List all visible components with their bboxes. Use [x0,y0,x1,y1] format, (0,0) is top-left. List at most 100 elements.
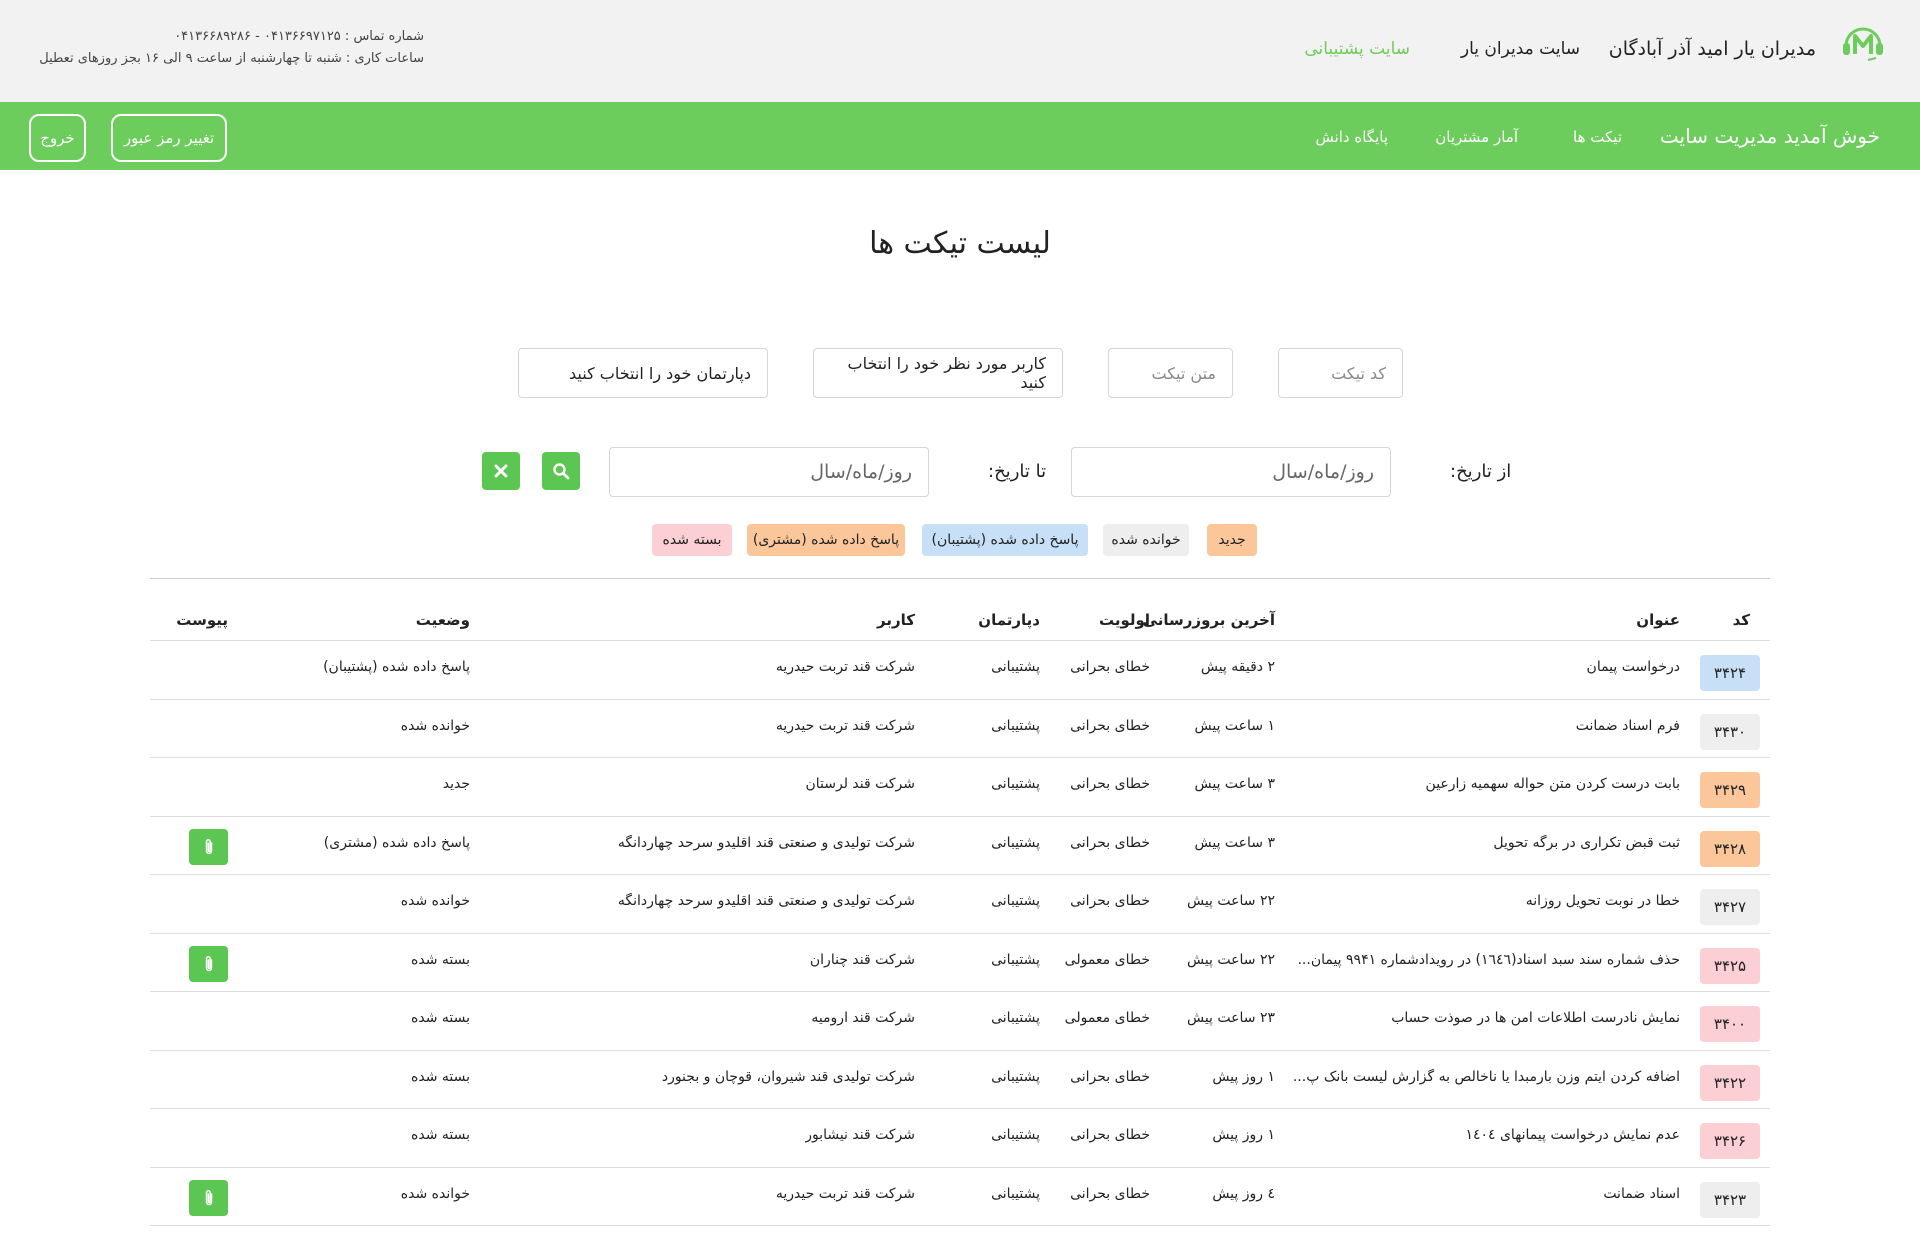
tickets-table: کد عنوان آخرین بروزرسانی اولویت دپارتمان… [150,578,1770,1226]
ticket-text-input[interactable]: متن تیکت [1108,348,1233,398]
ticket-code-badge[interactable]: ۳۴۲۴ [1700,655,1760,691]
header-code: کد [1732,611,1750,629]
nav-item-knowledge[interactable]: پایگاه دانش [1315,128,1388,146]
ticket-status: بسته شده [411,1068,470,1085]
legend-closed: بسته شده [652,524,732,556]
legend-answered-support: پاسخ داده شده (پشتیبان) [922,524,1088,556]
ticket-code-badge[interactable]: ۳۴۳۰ [1700,713,1760,750]
brand-site-link[interactable]: سایت مدیران یار [1461,39,1580,59]
attachment-button[interactable] [189,828,228,865]
ticket-code-badge[interactable]: ۳۴۲۵ [1700,947,1760,984]
table-row[interactable]: ۳۴۰۰ نمایش نادرست اطلاعات امن ها در صوذت … [150,992,1770,1051]
ticket-priority: خطای معمولی [1064,1010,1150,1026]
ticket-status: پاسخ داده شده (پشتیبان) [323,659,470,675]
ticket-title[interactable]: درخواست پیمان [1587,659,1680,675]
ticket-updated: ۱ ساعت پیش [1194,717,1276,734]
ticket-updated: ۲۲ ساعت پیش [1186,893,1275,909]
contact-phone: شماره تماس : ۰۴۱۳۶۶۹۷۱۲۵ - ۰۴۱۳۶۶۸۹۲۸۶ [174,29,424,44]
ticket-priority: خطای بحرانی [1070,659,1150,675]
ticket-title[interactable]: اضافه کردن ایتم وزن بارمبدا یا ناخالص به… [1293,1069,1680,1085]
table-row[interactable]: ۳۴۲۶ عدم نمایش درخواست پیمانهای ۱٤٠٤ ۱ روز… [150,1109,1770,1168]
ticket-code-badge[interactable]: ۳۴۲۹ [1700,772,1760,808]
ticket-title[interactable]: فرم اسناد ضمانت [1576,718,1680,734]
ticket-updated: ۲۳ ساعت پیش [1186,1010,1275,1026]
clear-button[interactable] [482,452,520,490]
ticket-priority: خطای بحرانی [1070,1127,1150,1143]
ticket-user: شرکت تولیدی و صنعتی قند اقلیدو سرحد چهار… [617,893,915,909]
ticket-title[interactable]: اسناد ضمانت [1603,1186,1680,1202]
table-row[interactable]: ۳۴۲۴ درخواست پیمان ۲ دقیقه پیش خطای بحرانی پ… [150,641,1770,700]
table-body: ۳۴۲۴ درخواست پیمان ۲ دقیقه پیش خطای بحرانی پ… [150,641,1770,1226]
ticket-priority: خطای بحرانی [1070,834,1150,851]
nav-welcome[interactable]: خوش آمدید مدیریت سایت [1660,124,1880,148]
from-date-input[interactable]: روز/ماه/سال [1071,447,1391,497]
nav-item-customers[interactable]: آمار مشتریان [1435,128,1518,146]
attachment-button[interactable] [189,1179,228,1216]
header-status: وضعیت [415,611,470,629]
attachment-button[interactable] [189,945,228,982]
header-attachment: پیوست [176,611,228,629]
ticket-status: بسته شده [411,1127,470,1143]
table-row[interactable]: ۳۴۲۳ اسناد ضمانت ٤ روز پیش خطای بحرانی پشتیب… [150,1168,1770,1226]
ticket-status: جدید [442,776,470,792]
contact-info: شماره تماس : ۰۴۱۳۶۶۹۷۱۲۵ - ۰۴۱۳۶۶۸۹۲۸۶ س… [14,26,424,70]
from-date-label: از تاریخ: [1450,461,1512,482]
ticket-updated: ٤ روز پیش [1212,1185,1275,1202]
ticket-title[interactable]: خطا در نوبت تحویل روزانه [1526,893,1680,909]
ticket-code-badge[interactable]: ۳۴۲۶ [1700,1123,1760,1159]
ticket-user: شرکت تولیدی و صنعتی قند اقلیدو سرحد چهار… [617,834,915,851]
legend-new: جدید [1207,524,1257,556]
table-row[interactable]: ۳۴۲۲ اضافه کردن ایتم وزن بارمبدا یا ناخال… [150,1051,1770,1109]
table-row[interactable]: ۳۴۲۷ خطا در نوبت تحویل روزانه ۲۲ ساعت پیش خ… [150,875,1770,934]
ticket-title[interactable]: ثبت قبض تکراری در برگه تحویل [1493,835,1680,851]
table-row[interactable]: ۳۴۲۹ بابت درست کردن متن حواله سهمیه زارعی… [150,758,1770,817]
ticket-department: پشتیبانی [991,834,1040,851]
ticket-user: شرکت قند لرستان [805,776,915,792]
department-select[interactable]: دپارتمان خود را انتخاب کنید [518,348,768,398]
ticket-code-badge[interactable]: ۳۴۲۲ [1700,1064,1760,1101]
ticket-user: شرکت قند نیشابور [805,1127,915,1143]
user-select[interactable]: کاربر مورد نظر خود را انتخاب کنید [813,348,1063,398]
table-row[interactable]: ۳۴۳۰ فرم اسناد ضمانت ۱ ساعت پیش خطای بحرانی… [150,700,1770,758]
ticket-priority: خطای بحرانی [1070,717,1150,734]
ticket-user: شرکت قند تربت حیدریه [775,717,915,734]
support-site-link[interactable]: سایت پشتیبانی [1304,39,1410,59]
ticket-user: شرکت قند چناران [809,951,915,968]
ticket-code-badge[interactable]: ۳۴۲۸ [1700,830,1760,867]
change-password-button[interactable]: تغییر رمز عبور [111,114,227,162]
search-icon [553,463,570,480]
logout-button[interactable]: خروج [29,114,86,162]
legend-answered-customer: پاسخ داده شده (مشتری) [747,524,905,556]
ticket-department: پشتیبانی [991,1068,1040,1085]
table-row[interactable]: ۳۴۲۸ ثبت قبض تکراری در برگه تحویل ۳ ساعت پ… [150,817,1770,875]
ticket-code-badge[interactable]: ۳۴۲۳ [1700,1181,1760,1218]
header-updated: آخرین بروزرسانی [1142,611,1275,629]
top-header: مدیران یار امید آذر آبادگان سایت مدیران … [0,0,1920,102]
search-button[interactable] [542,452,580,490]
table-row[interactable]: ۳۴۲۵ حذف شماره سند سبد اسناد(۱٦٤٦) در روی… [150,934,1770,992]
ticket-priority: خطای بحرانی [1070,1185,1150,1202]
ticket-status: پاسخ داده شده (مشتری) [323,834,470,851]
ticket-title[interactable]: عدم نمایش درخواست پیمانهای ۱٤٠٤ [1465,1127,1680,1143]
page-title: لیست تیکت ها [869,226,1051,261]
ticket-title[interactable]: بابت درست کردن متن حواله سهمیه زارعین [1426,776,1680,792]
ticket-status: خوانده شده [400,717,470,734]
brand-title[interactable]: مدیران یار امید آذر آبادگان [1609,38,1816,60]
ticket-code-badge[interactable]: ۳۴۰۰ [1700,1006,1760,1042]
ticket-user: شرکت قند ارومیه [811,1010,915,1026]
ticket-priority: خطای معمولی [1064,951,1150,968]
ticket-code-badge[interactable]: ۳۴۲۷ [1700,889,1760,925]
header-title: عنوان [1636,611,1680,629]
ticket-department: پشتیبانی [991,659,1040,675]
ticket-title[interactable]: حذف شماره سند سبد اسناد(۱٦٤٦) در رویدادش… [1297,952,1680,968]
to-date-input[interactable]: روز/ماه/سال [609,447,929,497]
ticket-code-input[interactable]: کد تیکت [1278,348,1403,398]
ticket-title[interactable]: نمایش نادرست اطلاعات امن ها در صوذت حساب [1391,1010,1680,1026]
main-nav: خوش آمدید مدیریت سایت تیکت ها آمار مشتری… [0,102,1920,170]
ticket-updated: ۲ دقیقه پیش [1200,659,1275,675]
ticket-updated: ۲۲ ساعت پیش [1186,951,1275,968]
ticket-status: بسته شده [411,951,470,968]
legend-read: خوانده شده [1103,524,1189,556]
ticket-department: پشتیبانی [991,1127,1040,1143]
nav-item-tickets[interactable]: تیکت ها [1573,128,1622,146]
